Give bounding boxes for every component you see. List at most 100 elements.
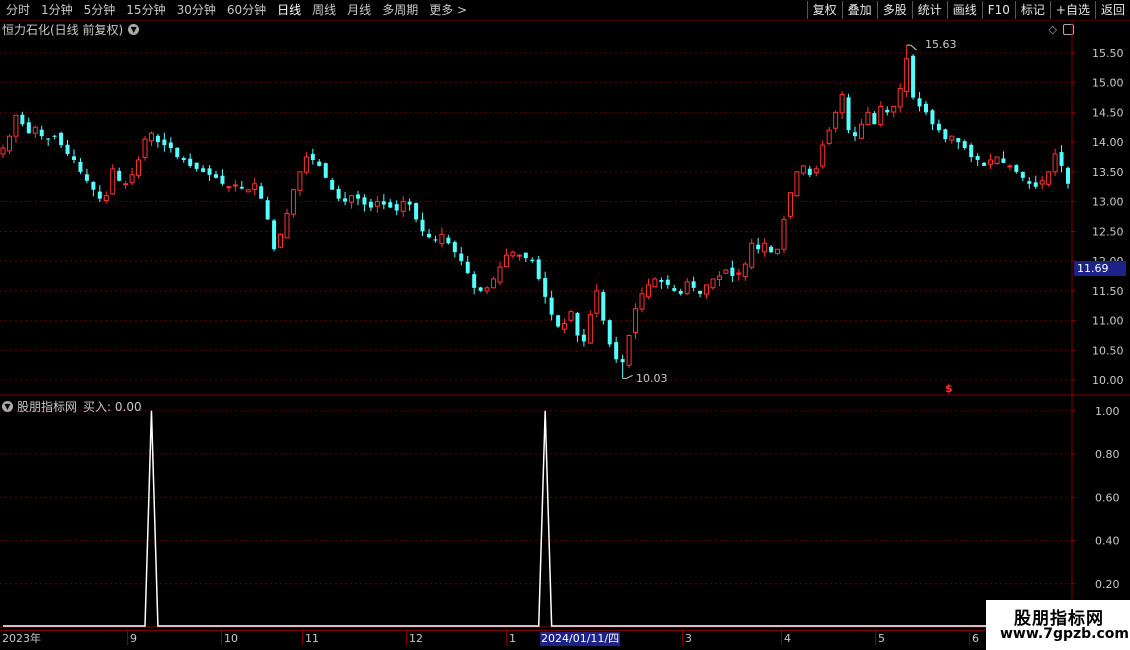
candle-down: [59, 132, 64, 146]
candle-down: [549, 297, 554, 315]
watermark-url: www.7gpzb.com: [1000, 626, 1130, 642]
date-label: 11: [305, 632, 319, 645]
diamond-icon[interactable]: ◇: [1049, 23, 1057, 36]
candle-down: [465, 261, 470, 274]
candle-down: [911, 55, 916, 98]
candle-up: [232, 184, 238, 187]
candle-down: [936, 123, 941, 131]
toolbar-button[interactable]: 返回: [1094, 1, 1130, 19]
candle-down: [272, 220, 277, 250]
date-label: 10: [224, 632, 238, 645]
candle-down: [388, 202, 393, 208]
candle-down: [117, 170, 122, 181]
toolbar-button[interactable]: 多股: [876, 1, 912, 19]
toolbar-button[interactable]: 画线: [946, 1, 982, 19]
candle-down: [239, 186, 244, 189]
candle-up: [290, 189, 296, 215]
candle-down: [420, 219, 425, 232]
candle-down: [317, 161, 322, 166]
period-toolbar: 分时 1分钟 5分钟 15分钟 30分钟 60分钟 日线 周线 月线 多周期 更多 > 复权 叠加 多股…: [0, 0, 1130, 21]
period-tab[interactable]: 更多 >: [423, 0, 472, 20]
candle-down: [478, 287, 483, 291]
date-label: 2023年: [2, 632, 41, 645]
candle-up: [878, 105, 884, 126]
period-tab[interactable]: 60分钟: [221, 0, 271, 20]
candle-down: [427, 233, 431, 238]
candle-down: [84, 174, 89, 181]
candle-down: [407, 201, 412, 205]
candle-up: [813, 168, 819, 174]
stock-title[interactable]: 恒力石化(日线 前复权): [2, 21, 123, 38]
period-tab[interactable]: 日线: [271, 0, 306, 20]
period-tab[interactable]: 多周期: [376, 0, 423, 20]
toolbar-button[interactable]: +自选: [1049, 1, 1095, 19]
toolbar-button[interactable]: 统计: [911, 1, 947, 19]
candle-down: [91, 181, 96, 190]
period-tab[interactable]: 1分钟: [35, 0, 78, 20]
candle-down: [872, 113, 877, 125]
chevron-down-icon[interactable]: ▼: [128, 23, 140, 35]
toolbar-button[interactable]: F10: [981, 1, 1015, 19]
candle-up: [148, 132, 154, 142]
period-tab[interactable]: 15分钟: [120, 0, 170, 20]
candle-down: [155, 135, 160, 143]
candle-up: [865, 111, 871, 126]
candle-down: [769, 246, 774, 253]
candle-up: [736, 272, 742, 275]
candle-down: [214, 174, 218, 178]
indicator-axis-label: 0.40: [1095, 535, 1120, 548]
dividend-marker[interactable]: $: [945, 382, 953, 395]
high-price-label: 15.63: [925, 38, 957, 51]
candle-down: [1059, 152, 1064, 166]
candle-down: [930, 110, 935, 125]
period-tab[interactable]: 5分钟: [78, 0, 121, 20]
candle-down: [678, 290, 683, 294]
candle-up: [839, 94, 845, 114]
candle-down: [846, 97, 851, 131]
candle-up: [833, 111, 839, 129]
candle-up: [897, 88, 903, 108]
candle-up: [136, 159, 142, 176]
candle-up: [704, 284, 710, 295]
candle-up: [568, 311, 574, 321]
candle-up: [1039, 180, 1045, 185]
price-axis-label: 13.00: [1092, 196, 1124, 209]
candle-up: [303, 156, 309, 173]
candle-down: [39, 129, 44, 137]
period-tab[interactable]: 分时: [0, 0, 35, 20]
candle-down: [698, 290, 703, 294]
current-price-tag: 11.69: [1074, 261, 1126, 276]
period-tab[interactable]: 周线: [306, 0, 341, 20]
period-tab[interactable]: 30分钟: [171, 0, 221, 20]
candle-down: [220, 175, 225, 184]
chevron-down-icon[interactable]: ▼: [2, 400, 13, 412]
candle-down: [265, 200, 270, 220]
toolbar-button[interactable]: 叠加: [841, 1, 877, 19]
watermark: 股朋指标网 www.7gpzb.com: [986, 600, 1130, 650]
candle-up: [723, 269, 729, 274]
candle-up: [284, 213, 290, 239]
candle-up: [639, 293, 645, 310]
toolbar-button[interactable]: 标记: [1014, 1, 1050, 19]
candle-down: [26, 122, 31, 134]
period-tab[interactable]: 月线: [341, 0, 376, 20]
candle-down: [414, 203, 419, 220]
candle-up: [1052, 153, 1058, 173]
candle-up: [633, 308, 639, 333]
candle-down: [362, 197, 367, 205]
selected-date-label: 2024/01/11/四: [540, 632, 621, 646]
indicator-name[interactable]: 股朋指标网: [17, 398, 77, 415]
candle-up: [587, 314, 593, 344]
candle-up: [103, 195, 109, 202]
candle-down: [259, 186, 264, 199]
candle-up: [858, 123, 864, 139]
panel-toggle-icon[interactable]: [1063, 24, 1074, 35]
date-label: 3: [685, 632, 692, 645]
candle-up: [652, 278, 658, 288]
price-axis-label: 10.50: [1092, 344, 1124, 357]
toolbar-button[interactable]: 复权: [806, 1, 842, 19]
candle-down: [982, 162, 987, 166]
candle-up: [781, 218, 787, 250]
kline-chart[interactable]: 15.5015.0014.5014.0013.5013.0012.5012.00…: [0, 0, 1130, 650]
candle-up: [775, 248, 781, 254]
